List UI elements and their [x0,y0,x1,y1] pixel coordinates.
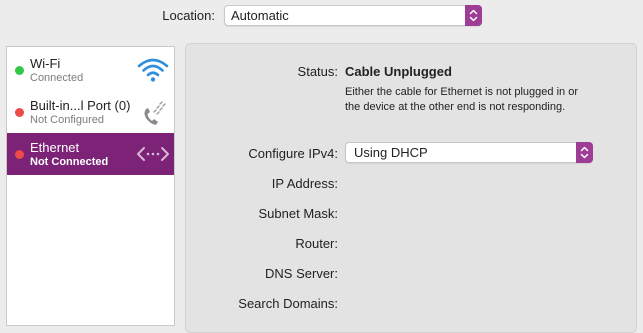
status-dot-red [15,150,24,159]
status-value: Cable Unplugged [345,64,452,79]
chevron-updown-icon [576,142,593,163]
service-status: Not Connected [30,156,109,168]
wifi-icon [136,55,170,85]
router-label: Router: [295,236,338,251]
service-item-wifi[interactable]: Wi-Fi Connected [7,49,174,91]
configure-ipv4-value: Using DHCP [354,145,428,160]
service-item-ethernet[interactable]: Ethernet Not Connected [7,133,174,175]
service-name: Ethernet [30,140,80,155]
chevron-updown-icon [465,5,482,26]
location-label: Location: [162,8,215,23]
configure-ipv4-popup[interactable]: Using DHCP [345,142,593,163]
status-dot-red [15,108,24,117]
status-label: Status: [297,64,338,79]
status-dot-green [15,66,24,75]
service-name: Wi-Fi [30,56,61,71]
service-name: Built-in...l Port (0) [30,98,131,113]
phone-icon [136,97,170,127]
ip-address-label: IP Address: [271,176,338,191]
location-value: Automatic [231,8,289,23]
location-popup[interactable]: Automatic [224,5,482,26]
service-item-builtin-port[interactable]: Built-in...l Port (0) Not Configured [7,91,174,133]
status-description: Either the cable for Ethernet is not plu… [345,86,578,113]
location-row: Location: Automatic [0,0,643,32]
configure-ipv4-label: Configure IPv4: [248,146,338,161]
service-status: Not Configured [30,114,104,126]
subnet-mask-label: Subnet Mask: [258,206,339,221]
service-status: Connected [30,72,84,84]
service-list: Wi-Fi Connected Built-in...l Port (0) No… [6,46,175,326]
ethernet-icon [136,139,170,169]
dns-server-label: DNS Server: [265,266,338,281]
search-domains-label: Search Domains: [238,296,338,311]
